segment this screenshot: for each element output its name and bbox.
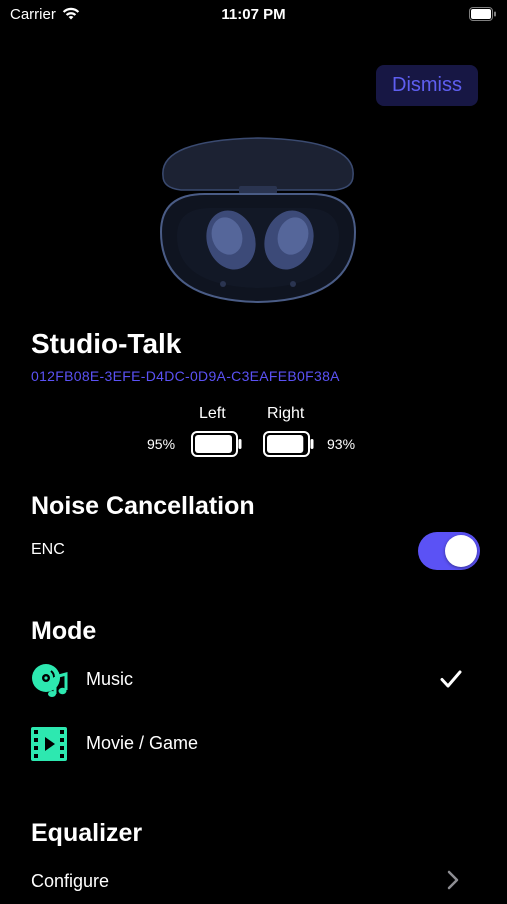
mode-item-label: Music <box>86 669 134 689</box>
equalizer-title: Equalizer <box>31 819 143 847</box>
music-disc-icon <box>31 663 69 702</box>
mode-item-movie-game[interactable]: Movie / Game <box>0 719 507 769</box>
mode-title: Mode <box>31 617 97 645</box>
enc-toggle[interactable] <box>418 532 480 570</box>
dismiss-button[interactable]: Dismiss <box>376 65 478 106</box>
left-battery-icon <box>191 431 243 462</box>
device-id: 012FB08E-3EFE-D4DC-0D9A-C3EAFEB0F38A <box>31 368 340 384</box>
noise-cancellation-title: Noise Cancellation <box>31 492 255 520</box>
right-battery-icon <box>263 431 315 462</box>
left-earbud-label: Left <box>199 405 226 422</box>
film-icon <box>31 727 67 766</box>
status-battery-icon <box>469 7 497 26</box>
enc-label: ENC <box>31 541 65 558</box>
checkmark-icon <box>440 669 462 694</box>
left-battery-percent: 95% <box>147 436 176 452</box>
mode-item-music[interactable]: Music <box>0 655 507 705</box>
status-bar: Carrier 11:07 PM <box>0 0 507 30</box>
earbuds-case-image <box>155 132 361 313</box>
clock: 11:07 PM <box>221 6 286 23</box>
right-earbud-label: Right <box>267 405 305 422</box>
device-name: Studio-Talk <box>31 328 182 359</box>
toggle-knob <box>445 535 477 567</box>
configure-row[interactable]: Configure <box>0 860 507 904</box>
right-battery-percent: 93% <box>327 436 356 452</box>
mode-item-label: Movie / Game <box>86 733 199 753</box>
configure-label: Configure <box>31 871 110 891</box>
chevron-right-icon <box>446 869 460 896</box>
